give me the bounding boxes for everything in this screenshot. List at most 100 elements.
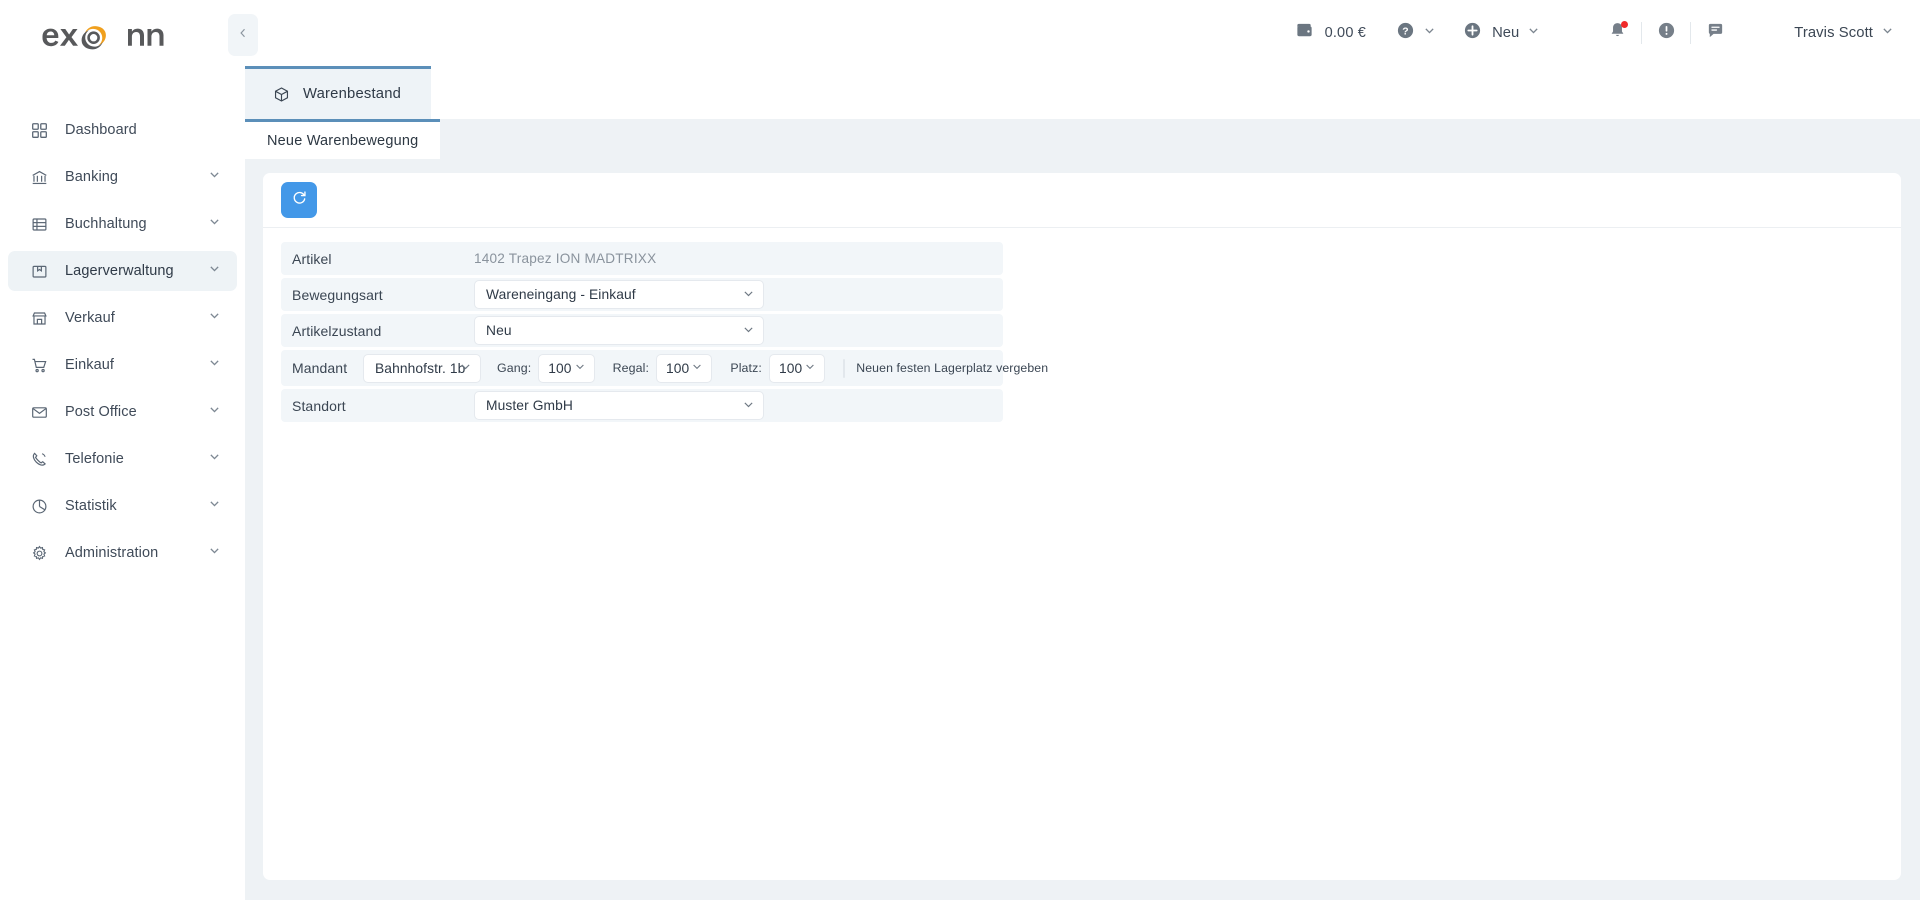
ledger-icon <box>30 215 49 234</box>
chevron-down-icon <box>208 497 221 515</box>
form-label: Mandant <box>292 360 348 376</box>
tab-warenbestand[interactable]: Warenbestand <box>245 66 432 119</box>
gang-value: 100 <box>548 360 572 376</box>
chevron-down-icon <box>1527 24 1540 42</box>
standort-value: Muster GmbH <box>486 398 573 413</box>
main-content: Warenbestand Neue Warenbewegung Artikel … <box>245 66 1920 900</box>
form-row-artikelzustand: Artikelzustand Neu <box>281 314 1003 347</box>
user-menu[interactable]: Travis Scott <box>1794 24 1894 42</box>
sidebar-item-label: Banking <box>65 169 119 185</box>
content-card: Artikel 1402 Trapez ION MADTRIXX Bewegun… <box>263 173 1901 880</box>
sidebar-collapse-button[interactable] <box>228 14 258 56</box>
artikel-value: 1402 Trapez ION MADTRIXX <box>474 251 657 266</box>
question-circle-icon: ? <box>1396 21 1415 45</box>
plus-circle-icon <box>1463 21 1482 45</box>
cube-icon <box>273 86 290 103</box>
sidebar-item-buchhaltung[interactable]: Buchhaltung <box>8 204 237 244</box>
form-label: Bewegungsart <box>292 286 383 303</box>
mandant-address-select[interactable]: Bahnhofstr. 1b <box>363 353 481 383</box>
divider <box>1690 22 1692 44</box>
pie-chart-icon <box>30 497 49 516</box>
wallet-icon <box>1295 21 1314 45</box>
gear-icon <box>30 544 49 563</box>
platz-label: Platz: <box>730 361 762 375</box>
sidebar-item-post-office[interactable]: Post Office <box>8 392 237 432</box>
form-row-artikel: Artikel 1402 Trapez ION MADTRIXX <box>281 242 1003 275</box>
chevron-down-icon <box>208 356 221 374</box>
sidebar-item-label: Statistik <box>65 498 117 514</box>
regal-value: 100 <box>666 360 690 376</box>
tab-neue-warenbewegung[interactable]: Neue Warenbewegung <box>245 119 441 159</box>
new-menu[interactable]: Neu <box>1463 21 1540 45</box>
mandant-address-value: Bahnhofstr. 1b <box>375 360 466 376</box>
artikelzustand-value: Neu <box>486 323 512 338</box>
notifications-button[interactable] <box>1600 16 1634 50</box>
sidebar-nav: Dashboard Banking Buchhaltung Lagerverwa… <box>0 110 245 573</box>
svg-text:?: ? <box>1402 26 1408 37</box>
exonn-logo-icon <box>42 26 164 50</box>
chevron-down-icon <box>1423 24 1436 42</box>
exclamation-circle-icon <box>1657 21 1676 45</box>
bank-icon <box>30 168 49 187</box>
wallet-balance[interactable]: 0.00 € <box>1295 21 1367 45</box>
envelope-icon <box>30 403 49 422</box>
sidebar-item-label: Telefonie <box>65 451 124 467</box>
sidebar-item-label: Dashboard <box>65 122 137 138</box>
sidebar-item-label: Post Office <box>65 404 137 420</box>
wallet-balance-value: 0.00 € <box>1324 25 1367 41</box>
chevron-down-icon <box>742 323 755 339</box>
alerts-button[interactable] <box>1649 16 1683 50</box>
artikelzustand-select[interactable]: Neu <box>474 316 764 345</box>
sidebar-item-einkauf[interactable]: Einkauf <box>8 345 237 385</box>
regal-select[interactable]: 100 <box>656 353 713 383</box>
warehouse-icon <box>30 262 49 281</box>
refresh-button[interactable] <box>281 182 317 218</box>
app-logo[interactable] <box>0 0 245 78</box>
user-name-label: Travis Scott <box>1794 25 1873 41</box>
regal-label: Regal: <box>612 361 650 375</box>
chevron-down-icon <box>1881 24 1894 42</box>
platz-value: 100 <box>778 360 803 376</box>
sidebar-item-label: Buchhaltung <box>65 216 147 232</box>
store-icon <box>30 309 49 328</box>
neuen-lagerplatz-label: Neuen festen Lagerplatz vergeben <box>856 361 1049 375</box>
bewegungsart-value: Wareneingang - Einkauf <box>486 287 636 302</box>
tab-label: Warenbestand <box>303 86 402 102</box>
sidebar-item-banking[interactable]: Banking <box>8 157 237 197</box>
cart-icon <box>30 356 49 375</box>
chevron-down-icon <box>804 361 816 376</box>
form-row-bewegungsart: Bewegungsart Wareneingang - Einkauf <box>281 278 1003 311</box>
chevron-down-icon <box>742 398 755 414</box>
grid-icon <box>30 121 49 140</box>
sidebar-item-lagerverwaltung[interactable]: Lagerverwaltung <box>8 251 237 291</box>
chevron-down-icon <box>208 168 221 186</box>
form-label: Artikelzustand <box>292 322 382 339</box>
neuen-lagerplatz-checkbox[interactable] <box>843 358 846 378</box>
bewegungsart-select[interactable]: Wareneingang - Einkauf <box>474 280 764 309</box>
sidebar-item-label: Lagerverwaltung <box>65 263 174 279</box>
sidebar-item-label: Administration <box>65 545 159 561</box>
gang-label: Gang: <box>497 361 532 375</box>
sidebar-item-statistik[interactable]: Statistik <box>8 486 237 526</box>
chevron-down-icon <box>208 215 221 233</box>
notification-badge-dot <box>1621 21 1629 28</box>
standort-select[interactable]: Muster GmbH <box>474 391 764 420</box>
platz-select[interactable]: 100 <box>768 353 826 383</box>
sidebar-item-verkauf[interactable]: Verkauf <box>8 298 237 338</box>
sidebar-item-administration[interactable]: Administration <box>8 533 237 573</box>
sub-tab-bar: Neue Warenbewegung <box>245 119 1920 159</box>
form-label: Standort <box>292 397 346 414</box>
sidebar-item-label: Verkauf <box>65 310 115 326</box>
new-menu-label: Neu <box>1492 25 1520 41</box>
messages-button[interactable] <box>1698 16 1732 50</box>
primary-tab-bar: Warenbestand <box>245 66 1920 119</box>
refresh-icon <box>291 189 308 211</box>
gang-select[interactable]: 100 <box>538 353 595 383</box>
sidebar-item-dashboard[interactable]: Dashboard <box>8 110 237 150</box>
sidebar: Dashboard Banking Buchhaltung Lagerverwa… <box>0 0 245 900</box>
form-row-mandant: Mandant Bahnhofstr. 1b Gang: 100 Regal: <box>281 350 1048 386</box>
sidebar-item-label: Einkauf <box>65 357 115 373</box>
help-menu[interactable]: ? <box>1396 21 1436 45</box>
sidebar-item-telefonie[interactable]: Telefonie <box>8 439 237 479</box>
chevron-down-icon <box>691 361 703 376</box>
